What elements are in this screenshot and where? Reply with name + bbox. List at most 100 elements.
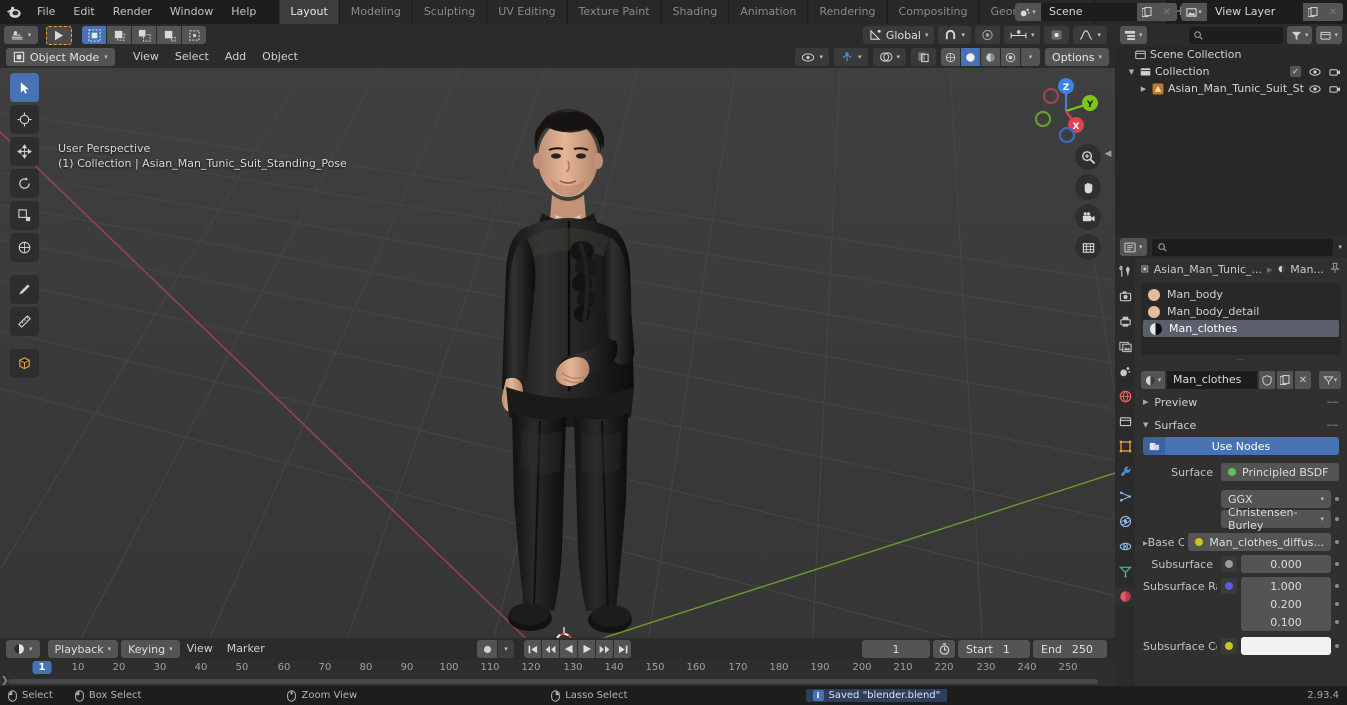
tweak-tool-button[interactable]: [10, 73, 39, 102]
xray-toggle-icon[interactable]: [911, 48, 937, 66]
timeline-ruler[interactable]: 1 10 20 30 40 50 60 70 80 90 100 110 120…: [0, 660, 1115, 678]
annotate-tool-button[interactable]: [10, 275, 39, 304]
scene-selector[interactable]: ▾ Scene ✕: [1015, 3, 1177, 21]
editor-type-icon[interactable]: ▾: [4, 26, 38, 44]
subsurface-color-swatch[interactable]: [1241, 637, 1331, 655]
view-layer-icon[interactable]: ▾: [1181, 3, 1207, 21]
rendered-shading-icon[interactable]: [1001, 48, 1021, 66]
viewport-3d[interactable]: User Perspective (1) Collection | Asian_…: [0, 68, 1115, 638]
transform-orientation-selector[interactable]: Global ▾: [862, 26, 935, 44]
tab-rendering[interactable]: Rendering: [808, 0, 887, 24]
view-layer-name[interactable]: View Layer: [1207, 3, 1303, 21]
properties-tab-scene[interactable]: [1115, 362, 1135, 381]
scale-tool-button[interactable]: [10, 201, 39, 230]
camera-icon[interactable]: [1329, 67, 1341, 77]
menu-help[interactable]: Help: [222, 3, 265, 21]
tab-animation[interactable]: Animation: [729, 0, 808, 24]
viewport-sidebar-toggle[interactable]: ◀: [1103, 146, 1113, 162]
subsurface-color-socket[interactable]: [1221, 638, 1237, 654]
ortho-persp-toggle-icon[interactable]: [1075, 234, 1101, 260]
character-model[interactable]: [430, 68, 710, 638]
properties-tab-modifier[interactable]: [1115, 462, 1135, 481]
animate-dot[interactable]: [1335, 562, 1339, 566]
timeline-playhead[interactable]: 1: [32, 661, 52, 674]
view-layer-selector[interactable]: ▾ View Layer ✕: [1181, 3, 1343, 21]
record-dropdown[interactable]: ▾: [498, 640, 514, 658]
box-select-icon[interactable]: [107, 26, 131, 44]
timeline-playback-menu[interactable]: Playback ▾: [47, 640, 119, 658]
jump-end-icon[interactable]: [614, 640, 631, 658]
timeline-scrollbar[interactable]: [8, 679, 1098, 684]
scene-icon[interactable]: ▾: [1015, 3, 1041, 21]
base-color-label[interactable]: Base Color: [1143, 536, 1185, 549]
viewport-menu-add[interactable]: Add: [217, 48, 254, 66]
eye-icon[interactable]: [1309, 84, 1321, 94]
timeline-menu-view[interactable]: View: [180, 640, 220, 658]
zoom-icon[interactable]: [1075, 144, 1101, 170]
subsurface-radius-y-field[interactable]: 0.200: [1241, 595, 1331, 613]
properties-tab-view-layer[interactable]: [1115, 337, 1135, 356]
properties-tab-collection[interactable]: [1115, 412, 1135, 431]
properties-tab-tool[interactable]: [1115, 262, 1135, 281]
pin-icon[interactable]: [1329, 262, 1341, 277]
animate-dot[interactable]: [1335, 620, 1339, 624]
tab-compositing[interactable]: Compositing: [887, 0, 979, 24]
prev-keyframe-icon[interactable]: [542, 640, 559, 658]
next-keyframe-icon[interactable]: [596, 640, 613, 658]
visibility-icon[interactable]: ▾: [795, 48, 829, 66]
solid-shading-icon[interactable]: [961, 48, 981, 66]
outliner-row-scene-collection[interactable]: Scene Collection: [1115, 46, 1347, 63]
collection-expand-icon[interactable]: ▼: [1127, 68, 1136, 76]
animate-dot[interactable]: [1335, 584, 1339, 588]
outliner-search-input[interactable]: [1188, 26, 1283, 44]
material-preview-icon[interactable]: [981, 48, 1001, 66]
shield-icon[interactable]: [1259, 371, 1275, 389]
timeline-editor-icon[interactable]: ▾: [6, 640, 40, 658]
material-name-input[interactable]: Man_clothes: [1167, 371, 1257, 389]
pan-hand-icon[interactable]: [1075, 174, 1101, 200]
outliner-new-collection-icon[interactable]: ▾: [1316, 26, 1342, 44]
menu-render[interactable]: Render: [104, 3, 161, 21]
overlays-icon[interactable]: ▾: [872, 48, 907, 66]
menu-file[interactable]: File: [28, 3, 64, 21]
tab-layout[interactable]: Layout: [279, 0, 339, 24]
object-expand-icon[interactable]: ▶: [1139, 85, 1148, 93]
timeline-keying-menu[interactable]: Keying ▾: [121, 640, 180, 658]
select-extend-icon[interactable]: [132, 26, 156, 44]
properties-editor-icon[interactable]: ▾: [1120, 238, 1147, 256]
material-slot-row[interactable]: Man_body: [1141, 286, 1341, 303]
material-browse-icon[interactable]: ▾: [1141, 371, 1165, 389]
outliner-filter-icon[interactable]: ▾: [1286, 26, 1313, 44]
subsurface-radius-z-field[interactable]: 0.100: [1241, 613, 1331, 631]
camera-view-icon[interactable]: [1075, 204, 1101, 230]
record-icon[interactable]: [477, 640, 497, 658]
use-nodes-button[interactable]: Use Nodes: [1143, 437, 1339, 455]
subsurface-radius-x-field[interactable]: 1.000: [1241, 577, 1331, 595]
properties-tab-physics[interactable]: [1115, 512, 1135, 531]
animate-dot[interactable]: [1335, 644, 1339, 648]
move-tool-button[interactable]: [10, 137, 39, 166]
tab-uv-editing[interactable]: UV Editing: [487, 0, 567, 24]
gizmo-icon[interactable]: ▾: [834, 48, 868, 66]
material-slot-list[interactable]: Man_body Man_body_detail Man_clothes + −…: [1141, 283, 1341, 355]
object-mode-selector[interactable]: Object Mode ▾: [6, 48, 115, 66]
tab-sculpting[interactable]: Sculpting: [412, 0, 487, 24]
properties-tab-object[interactable]: [1115, 437, 1135, 456]
panel-header-surface[interactable]: ▼ Surface ━━: [1135, 415, 1347, 435]
properties-tab-render[interactable]: [1115, 287, 1135, 306]
surface-shader-field[interactable]: Principled BSDF: [1221, 463, 1339, 481]
stopwatch-icon[interactable]: [933, 640, 955, 658]
viewport-options-button[interactable]: Options ▾: [1045, 48, 1109, 66]
falloff-smooth-icon[interactable]: ▾: [1073, 26, 1107, 44]
measure-tool-button[interactable]: [10, 307, 39, 336]
cursor-play-icon[interactable]: [46, 25, 72, 45]
tweak-select-icon[interactable]: [82, 26, 106, 44]
material-list-resize-grip[interactable]: ⋯: [1135, 355, 1347, 367]
proportional-edit-icon[interactable]: [974, 26, 1000, 44]
jump-start-icon[interactable]: [524, 640, 541, 658]
snap-magnet-icon[interactable]: ▾: [938, 26, 971, 44]
outliner-row-collection[interactable]: ▼ Collection ✓: [1115, 63, 1347, 80]
animate-dot[interactable]: [1335, 497, 1339, 501]
properties-tab-constraints[interactable]: [1115, 537, 1135, 556]
viewport-menu-object[interactable]: Object: [254, 48, 306, 66]
